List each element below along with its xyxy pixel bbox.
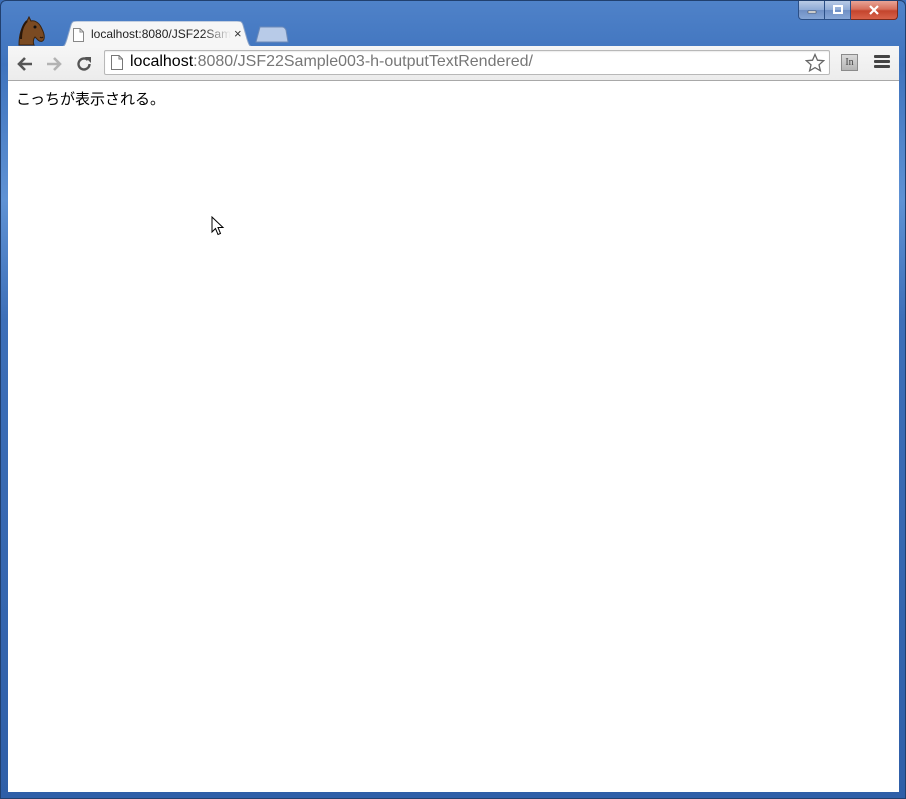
reload-icon (77, 57, 91, 71)
page-message: こっちが表示される。 (16, 90, 165, 108)
hamburger-menu-icon[interactable] (874, 55, 890, 69)
forward-arrow-icon (47, 57, 62, 71)
browser-toolbar: localhost:8080/JSF22Sample003-h-outputTe… (8, 46, 899, 81)
url-host: localhost (130, 53, 194, 70)
minimize-icon (807, 10, 816, 14)
url-path: :8080/JSF22Sample003-h-outputTextRendere… (193, 53, 533, 70)
mouse-pointer-icon (211, 216, 225, 236)
back-arrow-icon (17, 57, 32, 71)
page-icon (111, 55, 123, 70)
tab-active[interactable]: localhost:8080/JSF22Sample003-h-outputTe… (59, 21, 255, 47)
reload-button[interactable] (73, 53, 95, 75)
new-tab-button[interactable] (255, 26, 289, 43)
url-text[interactable]: localhost:8080/JSF22Sample003-h-outputTe… (130, 53, 533, 71)
profile-avatar[interactable] (13, 15, 49, 47)
close-window-button[interactable] (851, 1, 898, 20)
forward-button[interactable] (43, 53, 65, 75)
page-content: こっちが表示される。 (8, 81, 899, 792)
page-favicon-icon (73, 28, 84, 42)
tab-title: localhost:8080/JSF22Sample003-h-outputTe… (91, 27, 231, 41)
browser-window: localhost:8080/JSF22Sample003-h-outputTe… (0, 0, 906, 799)
window-controls (798, 1, 898, 20)
extension-button[interactable]: In (841, 54, 858, 71)
minimize-button[interactable] (798, 1, 825, 20)
horse-avatar-icon (18, 15, 45, 46)
close-icon (869, 5, 879, 15)
tab-close-button[interactable]: × (234, 26, 242, 41)
back-button[interactable] (14, 53, 36, 75)
star-icon[interactable] (805, 53, 825, 73)
maximize-icon (832, 5, 843, 14)
maximize-button[interactable] (825, 1, 851, 20)
address-bar[interactable]: localhost:8080/JSF22Sample003-h-outputTe… (104, 50, 830, 75)
